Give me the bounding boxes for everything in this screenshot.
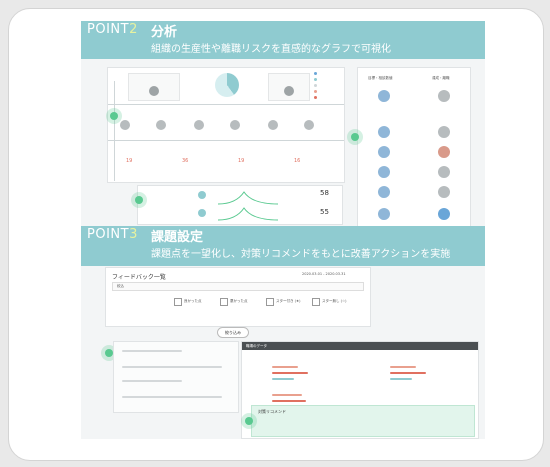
analysis-main-panel: 19 36 19 16 xyxy=(107,67,345,183)
analysis-top-box xyxy=(128,73,180,101)
point3-number: 3 xyxy=(129,227,138,242)
option-checkbox-4[interactable] xyxy=(312,298,320,306)
analysis-pie xyxy=(202,73,252,99)
analysis-legend xyxy=(314,71,342,101)
option-checkbox-2[interactable] xyxy=(220,298,228,306)
timeline-dot-3 xyxy=(351,133,359,141)
issue-panel-header-text: 職場のデータ xyxy=(246,344,267,348)
feedback-search-input[interactable]: 絞込 xyxy=(112,282,364,291)
analysis-icon-row xyxy=(112,110,340,136)
recommendation-box: 対策リコメンド xyxy=(251,405,475,437)
analysis-score-row: 19 36 19 16 xyxy=(126,158,301,164)
analysis-top-box-2 xyxy=(268,73,310,101)
option-label-3: スター付き (★) xyxy=(276,299,301,303)
stat-value-2: 55 xyxy=(320,208,329,216)
option-checkbox-1[interactable] xyxy=(174,298,182,306)
point3-title: 課題設定 xyxy=(151,230,204,245)
apply-filter-button[interactable]: 絞り込み xyxy=(217,327,249,338)
distribution-curve xyxy=(218,191,278,221)
distribution-panel: 58 55 xyxy=(137,185,343,225)
issue-panel-header: 職場のデータ xyxy=(242,342,478,350)
timeline-dot xyxy=(110,112,118,120)
point3-subtitle: 課題点を一望化し、対策リコメンドをもとに改善アクションを実施 xyxy=(151,249,451,260)
point2-title: 分析 xyxy=(151,25,178,40)
feedback-header: フィードバック一覧 xyxy=(112,274,166,281)
feedback-items xyxy=(113,341,239,413)
option-checkbox-3[interactable] xyxy=(266,298,274,306)
point2-number: 2 xyxy=(129,22,138,37)
feedback-panel: フィードバック一覧 2020.03.01 - 2020.03.31 絞込 良かっ… xyxy=(105,267,371,327)
feedback-date-range[interactable]: 2020.03.01 - 2020.03.31 xyxy=(302,272,346,276)
right-header-a: 目標・相談数値 xyxy=(368,76,393,80)
option-label-2: 悪かった点 xyxy=(230,299,248,303)
point3-banner: POINT3 課題設定 課題点を一望化し、対策リコメンドをもとに改善アクションを… xyxy=(81,226,485,266)
search-label: 絞込 xyxy=(117,284,124,288)
timeline-dot-5 xyxy=(245,417,253,425)
point2-subtitle: 組織の生産性や離職リスクを直感的なグラフで可視化 xyxy=(151,44,391,55)
timeline-dot-2 xyxy=(135,196,143,204)
option-label-1: 良かった点 xyxy=(184,299,202,303)
point3-label: POINT3 xyxy=(87,227,138,242)
recommendation-title: 対策リコメンド xyxy=(258,409,286,414)
stat-value-1: 58 xyxy=(320,189,329,197)
option-label-4: スター無し (☆) xyxy=(322,299,347,303)
analysis-right-panel: 目標・相談数値 達成・離職 xyxy=(357,67,471,229)
point2-banner: POINT2 分析 組織の生産性や離職リスクを直感的なグラフで可視化 xyxy=(81,21,485,59)
point2-label-text: POINT xyxy=(87,22,130,37)
screenshot-frame: POINT2 分析 組織の生産性や離職リスクを直感的なグラフで可視化 19 36… xyxy=(8,8,544,461)
content-area: POINT2 分析 組織の生産性や離職リスクを直感的なグラフで可視化 19 36… xyxy=(81,21,485,439)
right-header-b: 達成・離職 xyxy=(432,76,450,80)
point2-label: POINT2 xyxy=(87,22,138,37)
point3-label-text: POINT xyxy=(87,227,130,242)
timeline-dot-4 xyxy=(105,349,113,357)
